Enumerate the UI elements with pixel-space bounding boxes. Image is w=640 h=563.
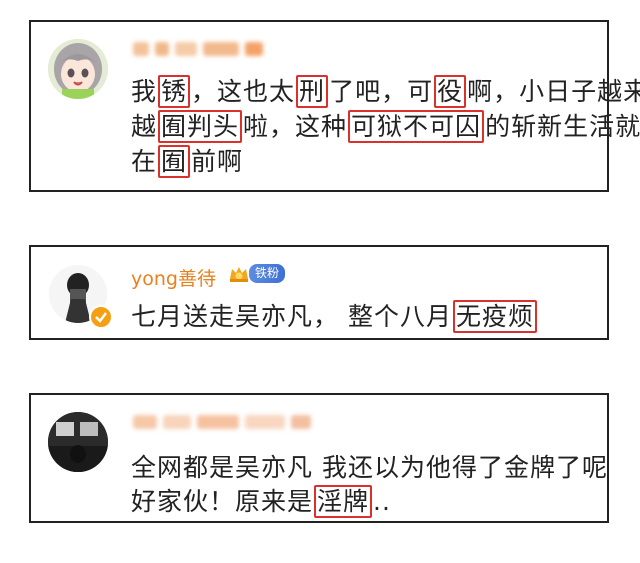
- comment-text-line-2: 好家伙！原来是 淫牌..: [131, 485, 391, 518]
- comment-card-1: 我锈，这也太刑了吧，可役啊，小日子越来 越囿判头 啦，这种 可狱不可囚 的斩新生活就 …: [29, 20, 640, 192]
- comment-text-line-1: 全网都是吴亦凡 我还以为他得了金牌了呢: [131, 453, 608, 482]
- comment-card-2: yong善待 铁粉 七月送走吴亦凡， 整个八月 无疫烦: [29, 245, 609, 340]
- comment-text: 七月送走吴亦凡， 整个八月 无疫烦: [131, 297, 538, 333]
- user-avatar[interactable]: [48, 412, 108, 472]
- dark-room-avatar-icon: [48, 412, 108, 472]
- blurred-username[interactable]: [133, 40, 263, 58]
- anime-girl-avatar-icon: [48, 39, 108, 99]
- user-avatar[interactable]: [48, 39, 108, 99]
- username[interactable]: yong善待: [131, 264, 216, 291]
- blurred-username[interactable]: [133, 413, 311, 431]
- comment-card-3: 全网都是吴亦凡 我还以为他得了金牌了呢 好家伙！原来是 淫牌..: [29, 393, 609, 523]
- verified-badge-icon: [89, 305, 113, 329]
- comment-text-line-1: 我锈，这也太刑了吧，可役啊，小日子越来: [131, 75, 640, 108]
- vip-crown-icon: [230, 267, 248, 282]
- comment-text-line-3: 在囿前啊: [131, 145, 244, 178]
- fan-badge: 铁粉: [249, 264, 286, 283]
- comment-text-line-2: 越囿判头 啦，这种 可狱不可囚 的斩新生活就: [131, 110, 640, 143]
